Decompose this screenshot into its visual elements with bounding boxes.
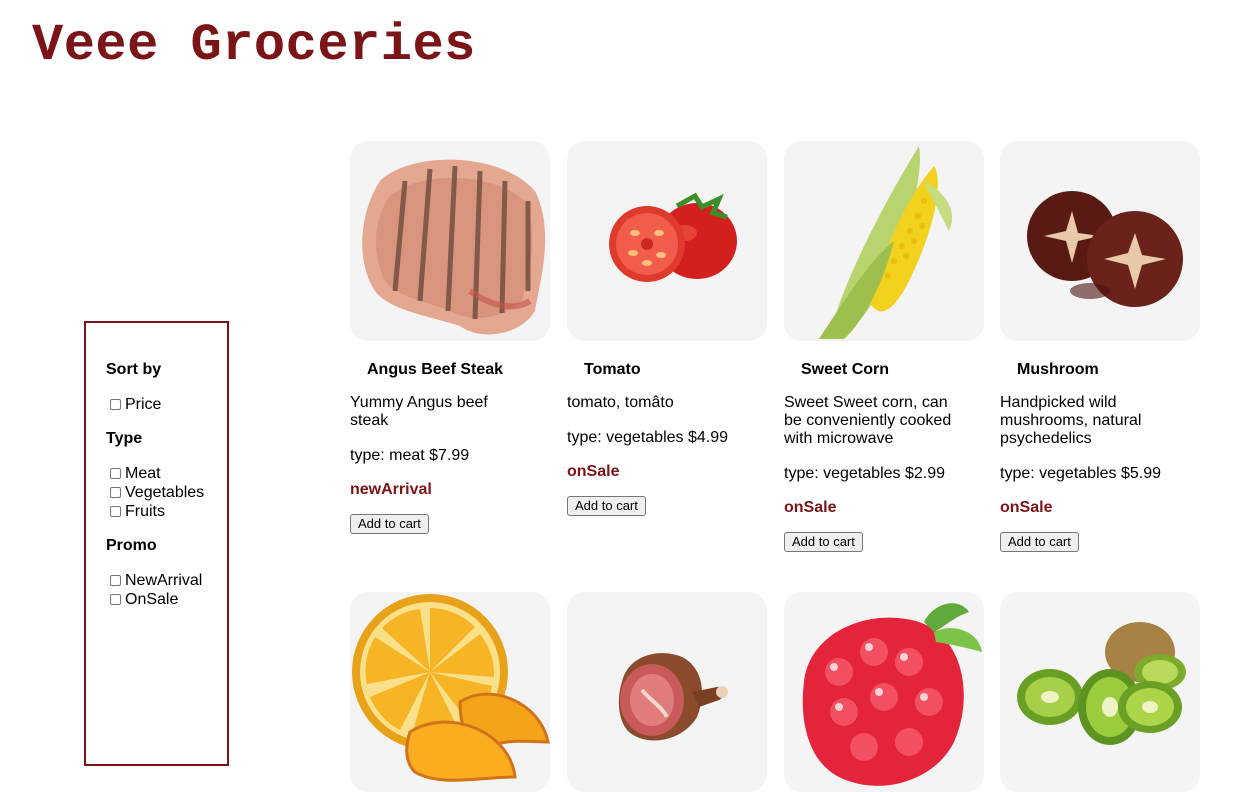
- product-promo: newArrival: [350, 481, 432, 498]
- product-image: [1000, 141, 1200, 341]
- type-meat-checkbox[interactable]: [110, 468, 121, 479]
- product-card: Mushroom Handpicked wild mushrooms, natu…: [1000, 141, 1200, 552]
- add-to-cart-button[interactable]: Add to cart: [784, 532, 863, 552]
- product-promo: onSale: [784, 499, 837, 516]
- product-name: Angus Beef Steak: [367, 361, 504, 378]
- product-card: [567, 592, 767, 792]
- type-fruits-option[interactable]: Fruits: [110, 502, 165, 521]
- type-vegetables-label: Vegetables: [125, 484, 205, 501]
- product-type-price: type: vegetables $5.99: [1000, 465, 1162, 482]
- mushroom-icon: [1027, 191, 1183, 307]
- product-card: Angus Beef Steak Yummy Angus beef steak …: [350, 141, 550, 534]
- product-card: [784, 592, 984, 792]
- promo-newarrival-checkbox[interactable]: [110, 575, 121, 586]
- product-image: [567, 141, 767, 341]
- product-image: [1000, 592, 1200, 792]
- type-heading: Type: [106, 430, 143, 447]
- site-title: Veee Groceries: [32, 16, 476, 75]
- product-card: Tomato tomato, tomâto type: vegetables $…: [567, 141, 767, 516]
- kiwi-icon: [1017, 622, 1186, 745]
- product-description: Yummy Angus beef steak: [350, 394, 488, 429]
- add-to-cart-button[interactable]: Add to cart: [567, 496, 646, 516]
- add-to-cart-button[interactable]: Add to cart: [1000, 532, 1079, 552]
- product-image: [350, 592, 550, 792]
- type-vegetables-checkbox[interactable]: [110, 487, 121, 498]
- product-description: Handpicked wild mushrooms, natural psych…: [1000, 394, 1142, 447]
- product-card: Sweet Corn Sweet Sweet corn, can be conv…: [784, 141, 984, 552]
- promo-onsale-label: OnSale: [125, 591, 179, 608]
- product-type-price: type: vegetables $4.99: [567, 429, 729, 446]
- ham-icon: [618, 653, 728, 741]
- sort-price-option[interactable]: Price: [110, 395, 161, 414]
- product-promo: onSale: [1000, 499, 1053, 516]
- product-description: Sweet Sweet corn, can be conveniently co…: [784, 394, 952, 447]
- steak-icon: [362, 159, 546, 335]
- product-image: [350, 141, 550, 341]
- product-image: [784, 141, 984, 341]
- promo-onsale-checkbox[interactable]: [110, 594, 121, 605]
- product-image: [784, 592, 984, 792]
- sort-price-label: Price: [125, 396, 162, 413]
- raspberry-icon: [802, 603, 982, 786]
- promo-newarrival-option[interactable]: NewArrival: [110, 571, 202, 590]
- product-name: Tomato: [584, 361, 641, 378]
- product-promo: onSale: [567, 463, 620, 480]
- product-type-price: type: vegetables $2.99: [784, 465, 946, 482]
- promo-heading: Promo: [106, 537, 157, 554]
- orange-icon: [352, 594, 550, 782]
- type-vegetables-option[interactable]: Vegetables: [110, 483, 204, 502]
- type-meat-option[interactable]: Meat: [110, 464, 161, 483]
- product-name: Sweet Corn: [801, 361, 890, 378]
- filter-panel: Sort by Price Type Meat Vegetables Fruit…: [84, 321, 229, 766]
- type-fruits-label: Fruits: [125, 503, 165, 520]
- type-fruits-checkbox[interactable]: [110, 506, 121, 517]
- product-type-price: type: meat $7.99: [350, 447, 470, 464]
- add-to-cart-button[interactable]: Add to cart: [350, 514, 429, 534]
- promo-newarrival-label: NewArrival: [125, 572, 203, 589]
- type-meat-label: Meat: [125, 465, 161, 482]
- sort-price-checkbox[interactable]: [110, 399, 121, 410]
- product-card: [1000, 592, 1200, 792]
- product-image: [567, 592, 767, 792]
- product-name: Mushroom: [1017, 361, 1099, 378]
- sort-heading: Sort by: [106, 361, 162, 378]
- tomato-icon: [609, 192, 737, 282]
- corn-icon: [819, 146, 953, 339]
- product-description: tomato, tomâto: [567, 394, 674, 411]
- product-card: [350, 592, 550, 792]
- promo-onsale-option[interactable]: OnSale: [110, 590, 178, 609]
